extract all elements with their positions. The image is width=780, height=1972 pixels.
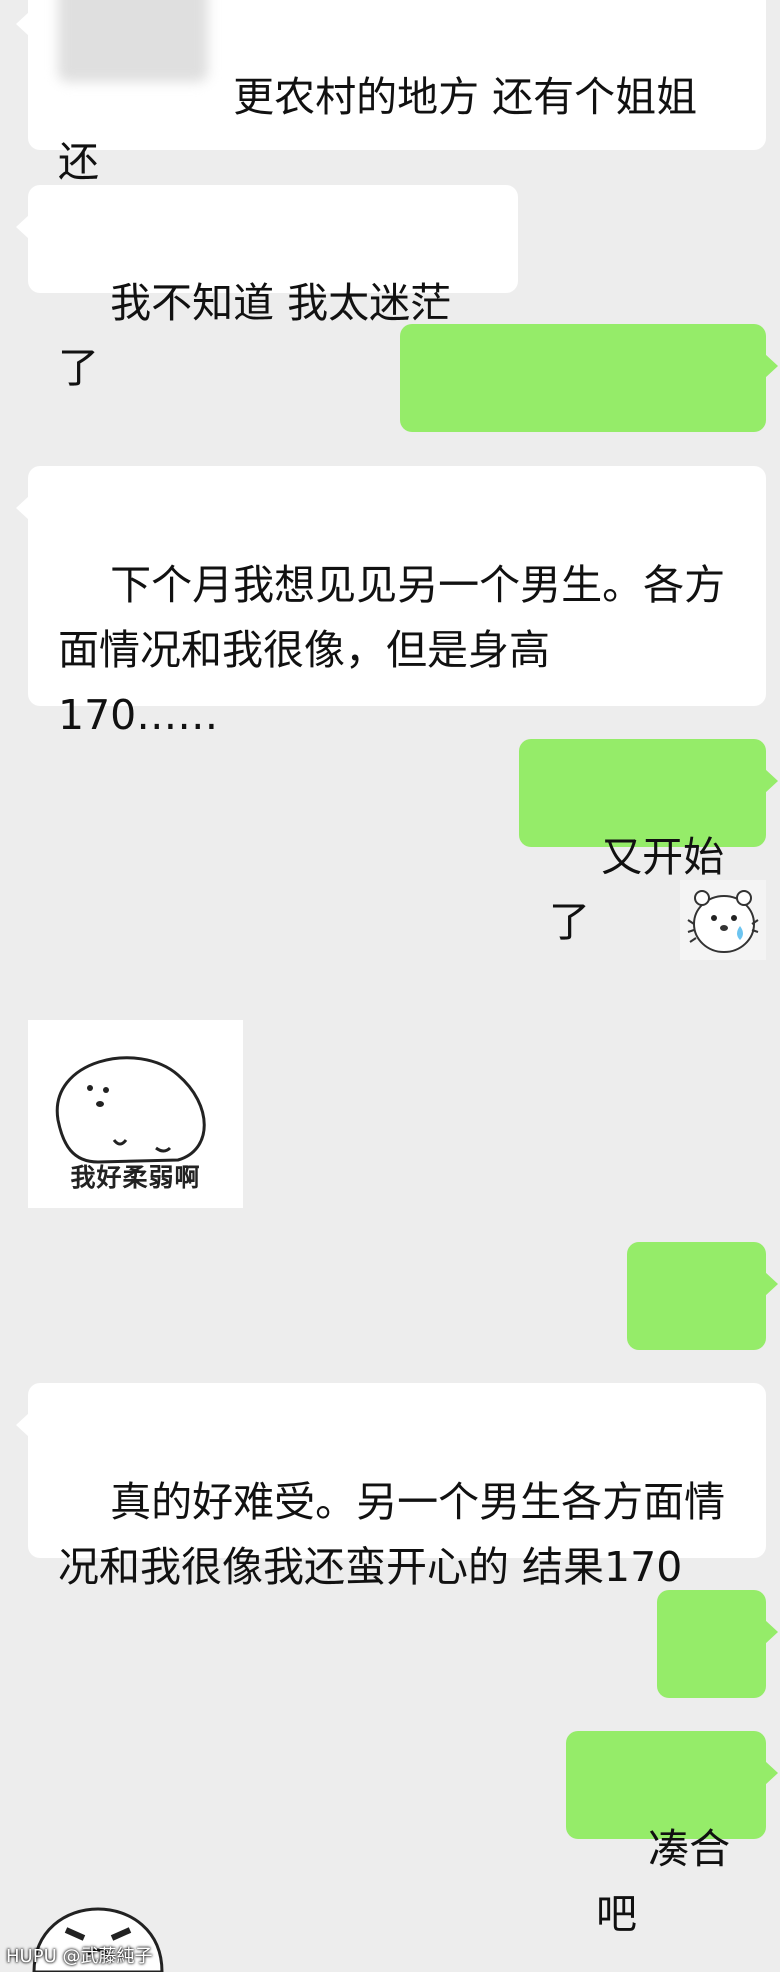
message-text: 下个月我想见见另一个男生。各方 面情况和我很像，但是身高 170……: [58, 561, 726, 739]
message-incoming-3[interactable]: 下个月我想见见另一个男生。各方 面情况和我很像，但是身高 170……: [16, 466, 766, 739]
message-text: 真的好难受。另一个男生各方面情 况和我很像我还蛮开心的 结果170: [58, 1478, 726, 1591]
message-outgoing-3[interactable]: 170: [627, 1242, 778, 1449]
blurred-avatar-area: [58, 0, 208, 82]
sticker-caption: 我好柔弱啊: [70, 1163, 201, 1192]
hamster-sweat-sticker[interactable]: [680, 880, 766, 960]
message-outgoing-1[interactable]: ？？？？？？？: [400, 324, 778, 531]
chat-view: 更农村的地方 还有个姐姐还 母亲没有工作 我不知道 我太迷茫了 ？？？？？？？ …: [0, 0, 780, 1972]
message-incoming-2[interactable]: 我不知道 我太迷茫了: [16, 185, 518, 392]
message-incoming-4[interactable]: 真的好难受。另一个男生各方面情 况和我很像我还蛮开心的 结果170: [16, 1383, 766, 1591]
message-incoming-1[interactable]: 更农村的地方 还有个姐姐还 母亲没有工作: [16, 0, 766, 251]
message-outgoing-2[interactable]: 又开始了: [519, 739, 778, 946]
hamster-icon: [687, 890, 759, 953]
message-text: 凑合吧: [596, 1825, 731, 1938]
message-outgoing-5[interactable]: 凑合吧: [566, 1731, 778, 1938]
hupu-watermark: HUPU @武藤純子: [6, 1946, 153, 1967]
message-outgoing-4[interactable]: 也: [657, 1590, 778, 1797]
message-text: 我不知道 我太迷茫了: [58, 279, 452, 392]
weak-blob-sticker[interactable]: 我好柔弱啊: [28, 1020, 243, 1208]
